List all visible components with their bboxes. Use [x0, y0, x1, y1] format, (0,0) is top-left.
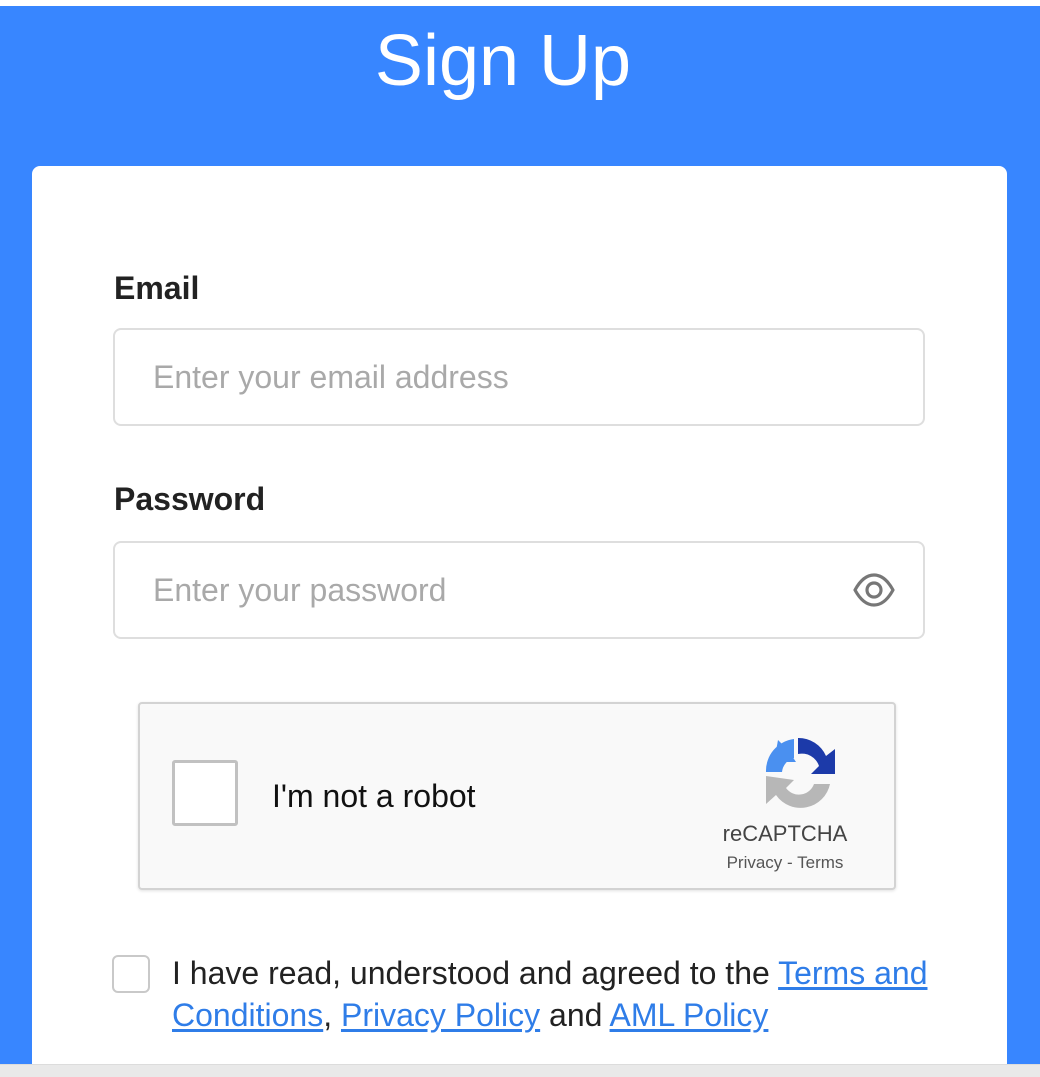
bottom-scroll-bar: [0, 1064, 1040, 1077]
recaptcha-brand: reCAPTCHA: [722, 821, 848, 846]
agreement-checkbox[interactable]: [112, 955, 150, 993]
recaptcha-separator: -: [782, 853, 798, 872]
signup-card: Email Password I'm not a robot reCAPTCHA: [32, 166, 1007, 1077]
agreement-prefix: I have read, understood and agreed to th…: [172, 955, 779, 991]
agreement-and: and: [540, 997, 610, 1033]
password-label: Password: [114, 481, 266, 517]
signup-screen: Sign Up Email Password I'm not a robot: [0, 0, 1040, 1077]
recaptcha-label: I'm not a robot: [272, 778, 476, 814]
email-label: Email: [114, 270, 200, 306]
page-title: Sign Up: [374, 21, 632, 101]
email-input[interactable]: [113, 328, 925, 426]
recaptcha-terms-link[interactable]: Terms: [797, 853, 843, 872]
eye-icon[interactable]: [852, 570, 896, 610]
aml-policy-link[interactable]: AML Policy: [610, 997, 769, 1033]
agreement-comma: ,: [323, 997, 341, 1033]
recaptcha-privacy-link[interactable]: Privacy: [727, 853, 783, 872]
recaptcha-widget: I'm not a robot reCAPTCHA Privacy - Term…: [138, 702, 896, 890]
recaptcha-links: Privacy - Terms: [705, 852, 865, 874]
recaptcha-checkbox[interactable]: [172, 760, 238, 826]
agreement-text: I have read, understood and agreed to th…: [172, 952, 952, 1036]
recaptcha-logo-icon: [758, 732, 838, 812]
password-input[interactable]: [113, 541, 925, 639]
privacy-policy-link[interactable]: Privacy Policy: [341, 997, 540, 1033]
